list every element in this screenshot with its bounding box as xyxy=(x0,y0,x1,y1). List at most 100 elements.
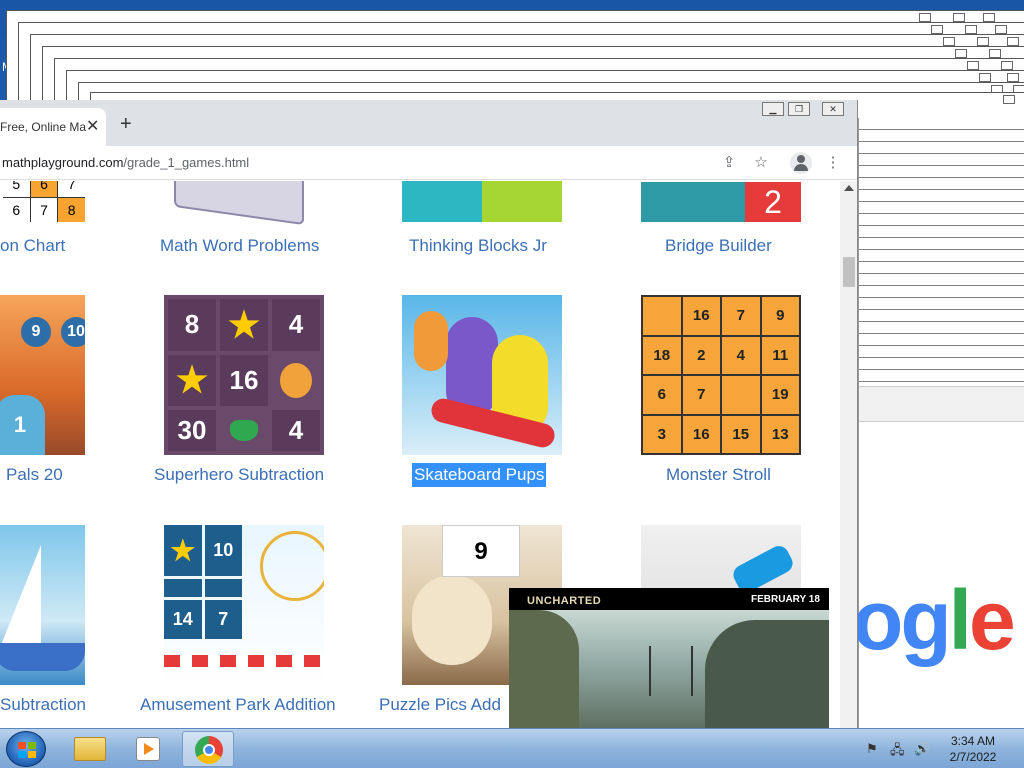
volume-icon[interactable]: 🔊 xyxy=(914,741,930,757)
window-control-icon[interactable] xyxy=(919,13,931,22)
game-title[interactable]: Bridge Builder xyxy=(665,236,772,256)
menu-kebab-icon[interactable]: ⋮ xyxy=(822,152,844,174)
taskbar-chrome[interactable] xyxy=(182,731,234,767)
window-control-icon[interactable] xyxy=(955,49,967,58)
video-release-date: FEBRUARY 18 xyxy=(751,594,820,605)
url-path: /grade_1_games.html xyxy=(123,155,250,170)
robot-image: 1 xyxy=(0,395,45,455)
puppy-image xyxy=(412,575,492,665)
game-title[interactable]: Superhero Subtraction xyxy=(154,465,324,485)
grid-cell: 14 xyxy=(164,600,202,639)
start-button[interactable] xyxy=(6,731,46,767)
grid-cell: 7 xyxy=(204,600,242,639)
star-icon: ★ xyxy=(168,354,216,407)
url-domain: mathplayground.com xyxy=(2,155,124,170)
monster-grid[interactable]: 16 7 9 18 2 4 11 6 7 19 3 16 15 13 xyxy=(641,295,801,455)
laptop-image xyxy=(174,181,304,226)
number-tile: 2 xyxy=(745,182,801,222)
window-control-icon[interactable] xyxy=(931,25,943,34)
grid-cell: 16 xyxy=(220,354,268,407)
game-thumbnail[interactable] xyxy=(0,525,85,685)
window-control-icon[interactable] xyxy=(1003,95,1015,104)
taskbar: ⚑ 🖧 🔊 3:34 AM 2/7/2022 xyxy=(0,728,1024,768)
window-control-icon[interactable] xyxy=(979,73,991,82)
window-control-icon[interactable] xyxy=(967,61,979,70)
window-control-icon[interactable] xyxy=(977,37,989,46)
browser-tab[interactable]: Free, Online Ma ✕ xyxy=(0,108,106,146)
new-tab-button[interactable]: + xyxy=(120,114,132,134)
window-control-icon[interactable] xyxy=(989,49,1001,58)
address-bar[interactable]: mathplayground.com/grade_1_games.html xyxy=(2,155,249,170)
profile-avatar-icon[interactable] xyxy=(790,152,812,174)
game-title[interactable]: on Chart xyxy=(0,236,65,256)
window-control-icon[interactable] xyxy=(983,13,995,22)
grid-cell: 4 xyxy=(272,410,320,451)
window-control-icon[interactable] xyxy=(1007,37,1019,46)
grid-cell: 7 xyxy=(722,297,760,335)
restore-button[interactable]: ❐ xyxy=(788,102,810,116)
scroll-up-arrow-icon[interactable] xyxy=(844,185,854,191)
browser-titlebar: Free, Online Ma ✕ + ▁ ❐ ✕ xyxy=(0,100,857,146)
grid-cell: 16 xyxy=(682,297,720,335)
grid-cell: 7 xyxy=(682,376,720,414)
game-thumbnail[interactable] xyxy=(402,295,562,455)
grid-cell: 11 xyxy=(761,336,799,374)
media-player-icon xyxy=(136,737,160,761)
window-bar xyxy=(859,386,1024,422)
game-title[interactable]: Pals 20 xyxy=(6,465,63,485)
grid-cell: 4 xyxy=(272,299,320,351)
grid-cell: 15 xyxy=(722,415,760,453)
grid-cell: 30 xyxy=(168,410,216,451)
window-control-icon[interactable] xyxy=(1001,61,1013,70)
game-title[interactable]: Math Word Problems xyxy=(160,236,319,256)
orange-dog-image xyxy=(414,311,448,371)
ship-image xyxy=(649,646,693,696)
taskbar-media-player[interactable] xyxy=(122,731,174,767)
tab-close-icon[interactable]: ✕ xyxy=(86,116,99,136)
video-ad-popup[interactable]: UNCHARTED FEBRUARY 18 xyxy=(509,588,829,728)
window-control-icon[interactable] xyxy=(953,13,965,22)
star-icon: ★ xyxy=(220,299,268,351)
game-thumbnail[interactable]: 9 10 1 xyxy=(0,295,85,455)
window-control-icon[interactable] xyxy=(965,25,977,34)
amusement-grid: ★ 10 14 7 xyxy=(164,525,242,639)
game-title[interactable]: Puzzle Pics Add xyxy=(379,695,501,715)
grid-cell: 10 xyxy=(204,525,242,576)
game-title[interactable]: Skateboard Pups xyxy=(412,463,547,487)
superhero-grid[interactable]: 8 ★ 4 ★ 16 30 4 xyxy=(164,295,324,455)
number-card: 9 xyxy=(442,525,520,577)
grid-cell: 18 xyxy=(643,336,681,374)
vertical-scrollbar[interactable] xyxy=(840,181,857,728)
hero-mask-icon xyxy=(230,420,258,441)
game-title[interactable]: Amusement Park Addition xyxy=(140,695,336,715)
close-button[interactable]: ✕ xyxy=(822,102,844,116)
monster-icon xyxy=(722,376,760,414)
google-logo: ogle xyxy=(852,573,1016,667)
ferris-wheel-icon xyxy=(204,579,242,597)
taskbar-file-explorer[interactable] xyxy=(64,731,116,767)
game-thumbnail[interactable]: ★ 10 14 7 xyxy=(164,525,324,685)
star-icon: ★ xyxy=(164,525,202,576)
action-center-flag-icon[interactable]: ⚑ xyxy=(866,741,878,757)
boat-hull-image xyxy=(0,643,85,671)
game-title[interactable]: Thinking Blocks Jr xyxy=(409,236,547,256)
window-control-icon[interactable] xyxy=(995,25,1007,34)
game-title[interactable]: Monster Stroll xyxy=(666,465,771,485)
grid-cell: 4 xyxy=(722,336,760,374)
clock-date: 2/7/2022 xyxy=(949,750,997,764)
game-title[interactable]: Subtraction xyxy=(0,695,86,715)
folder-icon xyxy=(74,737,106,761)
robot-icon xyxy=(164,579,202,597)
track-image xyxy=(164,655,324,667)
minimize-button[interactable]: ▁ xyxy=(762,102,784,116)
window-control-icon[interactable] xyxy=(943,37,955,46)
window-control-icon[interactable] xyxy=(1007,73,1019,82)
network-icon[interactable]: 🖧 xyxy=(890,741,905,763)
monster-icon xyxy=(643,297,681,335)
number-chart-grid: 5 6 7 6 7 8 xyxy=(3,181,85,222)
share-icon[interactable]: ⇪ xyxy=(718,152,740,174)
cliff-image xyxy=(705,620,829,728)
scroll-thumb[interactable] xyxy=(843,257,855,287)
system-clock[interactable]: 3:34 AM 2/7/2022 xyxy=(936,733,1010,765)
bookmark-star-icon[interactable]: ☆ xyxy=(750,152,772,174)
